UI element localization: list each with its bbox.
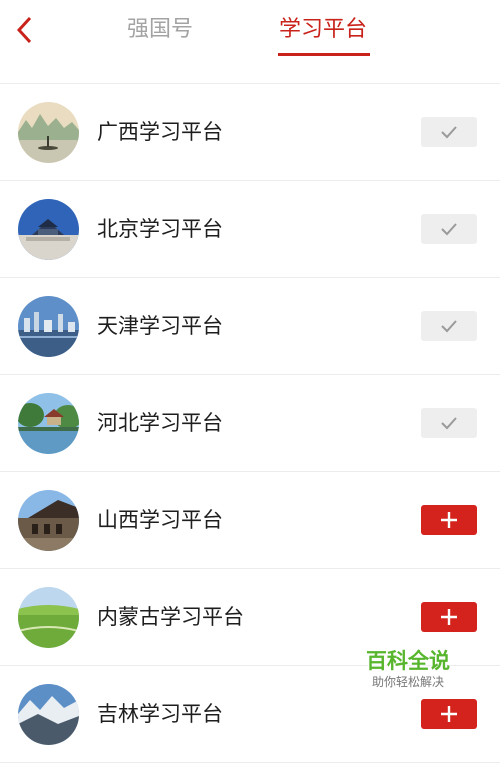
- subscribed-button[interactable]: [421, 311, 477, 341]
- platform-label: 北京学习平台: [97, 217, 223, 241]
- platform-label: 广西学习平台: [97, 120, 223, 144]
- add-button[interactable]: [421, 602, 477, 632]
- plus-icon: [441, 706, 457, 722]
- watermark-subtitle: 助你轻松解决: [372, 675, 445, 689]
- check-icon: [441, 223, 457, 236]
- add-button[interactable]: [421, 505, 477, 535]
- add-button[interactable]: [421, 699, 477, 729]
- plus-icon: [441, 609, 457, 625]
- list-item[interactable]: 广西学习平台: [0, 84, 500, 181]
- avatar: [18, 296, 79, 357]
- list-item[interactable]: 山西学习平台: [0, 472, 500, 569]
- active-tab-indicator: [278, 53, 370, 56]
- check-icon: [441, 126, 457, 139]
- back-button[interactable]: [12, 14, 42, 46]
- list-item[interactable]: 河北学习平台: [0, 375, 500, 472]
- tab-learning-platform[interactable]: 学习平台: [279, 14, 367, 46]
- top-navigation-bar: 强国号 学习平台: [0, 0, 500, 62]
- plus-icon: [441, 512, 457, 528]
- watermark: 百科全说 助你轻松解决: [358, 645, 468, 695]
- subscribed-button[interactable]: [421, 117, 477, 147]
- avatar: [18, 102, 79, 163]
- platform-label: 山西学习平台: [97, 508, 223, 532]
- avatar: [18, 684, 79, 745]
- check-icon: [441, 320, 457, 333]
- tab-qiangguohao[interactable]: 强国号: [127, 14, 193, 46]
- platform-label: 河北学习平台: [97, 411, 223, 435]
- avatar: [18, 587, 79, 648]
- avatar: [18, 393, 79, 454]
- subscribed-button[interactable]: [421, 408, 477, 438]
- platform-label: 吉林学习平台: [97, 702, 223, 726]
- platform-label: 内蒙古学习平台: [97, 605, 244, 629]
- chevron-left-icon: [16, 16, 32, 44]
- check-icon: [441, 417, 457, 430]
- avatar: [18, 199, 79, 260]
- list-item[interactable]: 天津学习平台: [0, 278, 500, 375]
- list-item[interactable]: 北京学习平台: [0, 181, 500, 278]
- platform-label: 天津学习平台: [97, 314, 223, 338]
- watermark-title: 百科全说: [366, 649, 450, 673]
- subscribed-button[interactable]: [421, 214, 477, 244]
- avatar: [18, 490, 79, 551]
